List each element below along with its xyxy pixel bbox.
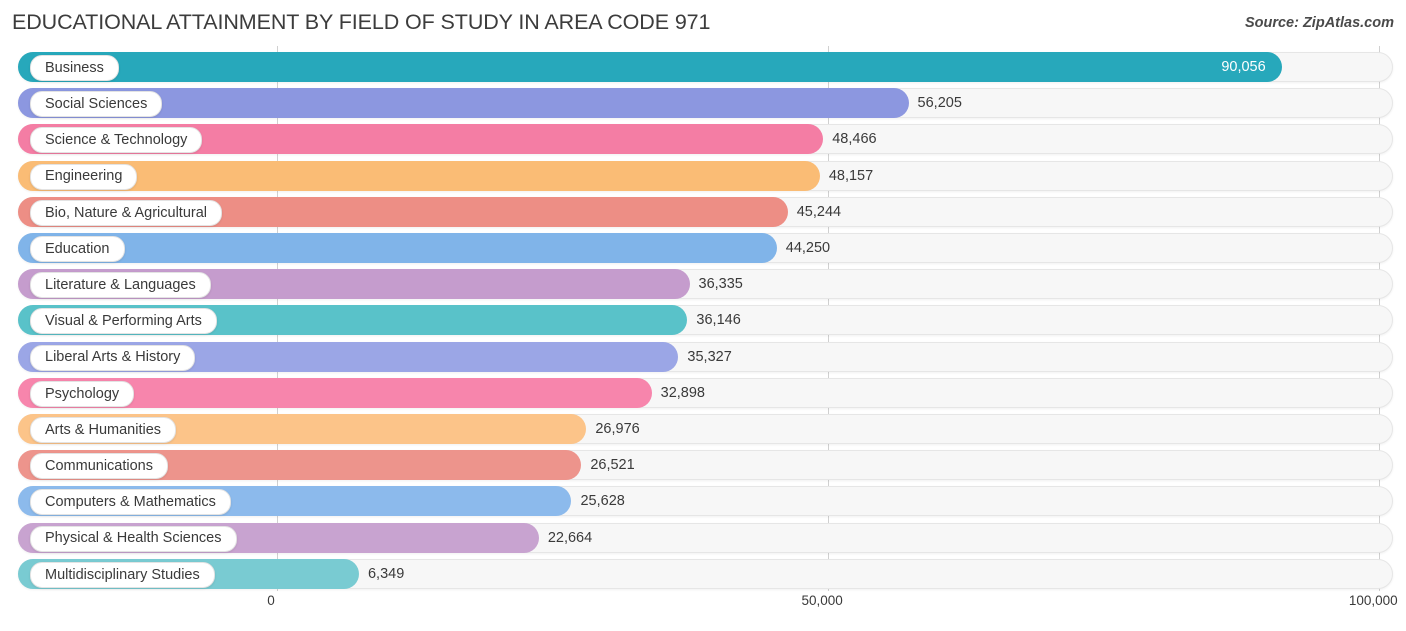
bar-value-label: 26,521 xyxy=(590,457,635,474)
bar-category-label: Liberal Arts & History xyxy=(45,349,181,366)
bar-row: Engineering 48,157 xyxy=(0,160,1406,191)
bar-value-label: 90,056 xyxy=(1221,59,1266,75)
bar-value-label: 36,146 xyxy=(696,312,741,329)
bar-label-pill: Computers & Mathematics xyxy=(30,489,231,516)
bar-category-label: Engineering xyxy=(45,168,123,185)
bar-category-label: Arts & Humanities xyxy=(45,421,162,438)
bar-category-label: Education xyxy=(45,240,110,257)
bar-label-pill: Literature & Languages xyxy=(30,272,211,299)
source-attribution: Source: ZipAtlas.com xyxy=(1244,15,1394,31)
bar-value-label: 48,157 xyxy=(828,167,874,184)
bar[interactable] xyxy=(18,160,820,191)
bar-label-pill: Engineering xyxy=(30,163,138,190)
bar-category-label: Psychology xyxy=(45,385,120,402)
bar-row: Multidisciplinary Studies 6,349 xyxy=(0,558,1406,589)
bar[interactable] xyxy=(18,233,777,263)
bar-row: Psychology 32,898 xyxy=(0,377,1406,408)
x-axis-tick-label: 50,000 xyxy=(801,593,843,608)
bar-row: Computers & Mathematics 25,628 xyxy=(0,486,1406,517)
bar-category-label: Computers & Mathematics xyxy=(45,494,216,511)
chart-header: EDUCATIONAL ATTAINMENT BY FIELD OF STUDY… xyxy=(0,0,1406,46)
bar-label-pill: Science & Technology xyxy=(30,127,203,154)
bar-value-label: 32,898 xyxy=(660,384,705,401)
bar-category-label: Science & Technology xyxy=(45,132,188,149)
bar-row: Science & Technology 48,466 xyxy=(0,124,1406,155)
bar-value-label: 25,628 xyxy=(580,493,625,510)
page-title: EDUCATIONAL ATTAINMENT BY FIELD OF STUDY… xyxy=(12,10,711,34)
bar-label-pill: Education xyxy=(30,236,125,262)
bar-label-pill: Liberal Arts & History xyxy=(30,344,196,371)
bar-row: Literature & Languages 36,335 xyxy=(0,269,1406,300)
bar-row: Social Sciences 56,205 xyxy=(0,88,1406,119)
x-axis-tick-label: 0 xyxy=(267,593,275,608)
bar-value-label: 56,205 xyxy=(917,95,962,112)
bar-row: Visual & Performing Arts 36,146 xyxy=(0,305,1406,336)
bar-row: Business 90,056 xyxy=(0,52,1406,82)
bar-label-pill: Communications xyxy=(30,453,168,480)
bar-label-pill: Physical & Health Sciences xyxy=(30,525,237,552)
bar-row: Liberal Arts & History 35,327 xyxy=(0,341,1406,372)
bar-row: Education 44,250 xyxy=(0,233,1406,263)
bar-value-label: 36,335 xyxy=(698,276,743,293)
bar-row: Communications 26,521 xyxy=(0,450,1406,481)
bar-row: Bio, Nature & Agricultural 45,244 xyxy=(0,196,1406,227)
bar-category-label: Literature & Languages xyxy=(45,276,196,293)
x-axis-tick-label: 100,000 xyxy=(1348,593,1398,608)
bar-row: Arts & Humanities 26,976 xyxy=(0,414,1406,444)
bar-category-label: Bio, Nature & Agricultural xyxy=(45,204,207,221)
bar-category-label: Communications xyxy=(45,457,153,474)
bar-category-label: Visual & Performing Arts xyxy=(45,313,202,330)
bar-label-pill: Multidisciplinary Studies xyxy=(30,561,215,588)
bar-rows: Business 90,056 Social Sciences 56,205 Scien… xyxy=(0,46,1406,591)
bar-value-label: 45,244 xyxy=(796,203,842,220)
bar-value-label: 48,466 xyxy=(832,131,877,148)
bar-label-pill: Visual & Performing Arts xyxy=(30,308,217,335)
bar-row: Physical & Health Sciences 22,664 xyxy=(0,522,1406,553)
bar-category-label: Multidisciplinary Studies xyxy=(45,566,200,583)
bar-value-label: 35,327 xyxy=(687,348,732,365)
bar-value-label: 44,250 xyxy=(785,240,831,256)
bar-category-label: Social Sciences xyxy=(45,95,148,112)
bar-category-label: Physical & Health Sciences xyxy=(45,530,222,547)
bar-label-pill: Psychology xyxy=(30,380,135,407)
bar-label-pill: Arts & Humanities xyxy=(30,417,177,443)
bar-value-label: 22,664 xyxy=(547,529,593,546)
bar-value-label: 26,976 xyxy=(595,421,640,437)
x-axis: 0 50,000 100,000 xyxy=(0,591,1406,631)
bar-value-label: 6,349 xyxy=(367,565,405,582)
bar-label-pill: Bio, Nature & Agricultural xyxy=(30,199,222,226)
chart-plot-area: Business 90,056 Social Sciences 56,205 Scien… xyxy=(0,46,1406,591)
bar-label-pill: Social Sciences xyxy=(30,91,163,118)
